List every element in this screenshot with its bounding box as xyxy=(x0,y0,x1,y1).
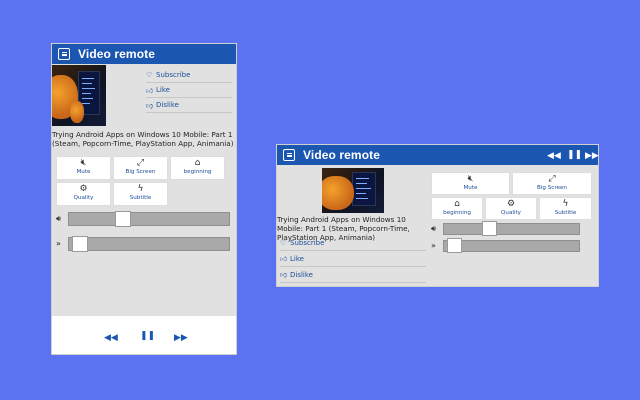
mute-button[interactable]: 🔇︎ Mute xyxy=(56,156,111,180)
heart-icon: ♡ xyxy=(146,71,153,79)
titlebar: Video remote ◀◀ ❚❚ ▶▶ xyxy=(277,145,599,165)
home-icon: ⌂ xyxy=(454,199,460,209)
playback-footer: ◀◀ ❚❚ ▶▶ xyxy=(52,316,236,354)
home-icon: ⌂ xyxy=(194,158,201,168)
subtitle-button[interactable]: ϟ Subtitle xyxy=(113,182,168,206)
seek-knob[interactable] xyxy=(72,236,89,252)
gear-icon: ⚙︎ xyxy=(79,184,88,194)
mute-icon: 🔇︎ xyxy=(467,174,474,184)
rewind-icon[interactable]: ◀◀ xyxy=(104,333,118,343)
speaker-icon: 🔊︎ xyxy=(56,214,62,223)
volume-slider[interactable]: 🔊︎ xyxy=(56,211,230,227)
seek-slider[interactable]: » xyxy=(56,236,230,252)
dislike-link[interactable]: 👎︎ Dislike xyxy=(146,98,232,113)
volume-track[interactable] xyxy=(443,223,580,235)
thumbs-down-icon: 👎︎ xyxy=(280,271,288,279)
like-link[interactable]: 👍︎ Like xyxy=(146,83,232,98)
lightning-icon: ϟ xyxy=(137,184,144,194)
lightning-icon: ϟ xyxy=(562,199,569,209)
seek-track[interactable] xyxy=(443,240,580,252)
thumbs-up-icon: 👍︎ xyxy=(280,255,288,263)
app-title: Video remote xyxy=(78,47,156,61)
list-icon xyxy=(58,48,70,60)
landscape-remote-panel: Video remote ◀◀ ❚❚ ▶▶ Trying Android App… xyxy=(276,144,599,287)
fast-forward-icon[interactable]: ▶▶ xyxy=(174,333,188,343)
dislike-link[interactable]: 👎︎ Dislike xyxy=(280,267,426,283)
quality-button[interactable]: ⚙︎ Quality xyxy=(56,182,111,206)
beginning-button[interactable]: ⌂ beginning xyxy=(170,156,225,180)
list-icon xyxy=(283,149,295,161)
seek-slider[interactable]: » xyxy=(431,238,580,253)
beginning-button[interactable]: ⌂ beginning xyxy=(431,197,483,220)
volume-knob[interactable] xyxy=(482,221,498,236)
mute-icon: 🔇︎ xyxy=(80,158,87,168)
volume-track[interactable] xyxy=(68,212,230,226)
thumbs-down-icon: 👎︎ xyxy=(146,101,154,110)
rewind-icon[interactable]: ◀◀ xyxy=(547,151,561,161)
big-screen-button[interactable]: ⤢ Big Screen xyxy=(113,156,168,180)
video-thumbnail[interactable] xyxy=(322,168,384,213)
forward-icon: » xyxy=(431,241,436,250)
volume-slider[interactable]: 🔊︎ xyxy=(431,221,580,236)
mute-button[interactable]: 🔇︎ Mute xyxy=(431,172,510,195)
app-title: Video remote xyxy=(303,148,381,162)
expand-icon: ⤢ xyxy=(548,174,556,184)
fast-forward-icon[interactable]: ▶▶ xyxy=(585,151,599,161)
quality-button[interactable]: ⚙︎ Quality xyxy=(485,197,537,220)
thumbs-up-icon: 👍︎ xyxy=(146,86,154,95)
video-thumbnail[interactable] xyxy=(52,65,106,126)
big-screen-button[interactable]: ⤢ Big Screen xyxy=(512,172,592,195)
forward-icon: » xyxy=(56,239,61,248)
seek-track[interactable] xyxy=(68,237,230,251)
seek-knob[interactable] xyxy=(446,238,462,253)
expand-icon: ⤢ xyxy=(136,158,145,168)
portrait-remote-panel: Video remote ♡ Subscribe 👍︎ Like 👎︎ Disl… xyxy=(51,43,237,355)
heart-icon: ♡ xyxy=(280,238,287,247)
volume-knob[interactable] xyxy=(114,211,131,227)
gear-icon: ⚙︎ xyxy=(506,199,516,209)
titlebar: Video remote xyxy=(52,44,236,64)
subscribe-link[interactable]: ♡ Subscribe xyxy=(146,68,232,83)
subscribe-link[interactable]: ♡ Subscribe xyxy=(280,235,426,251)
video-title: Trying Android Apps on Windows 10 Mobile… xyxy=(52,130,234,148)
pause-icon[interactable]: ❚❚ xyxy=(140,331,155,341)
pause-icon[interactable]: ❚❚ xyxy=(567,150,582,160)
speaker-icon: 🔊︎ xyxy=(431,224,437,233)
like-link[interactable]: 👍︎ Like xyxy=(280,251,426,267)
subtitle-button[interactable]: ϟ Subtitle xyxy=(539,197,592,220)
